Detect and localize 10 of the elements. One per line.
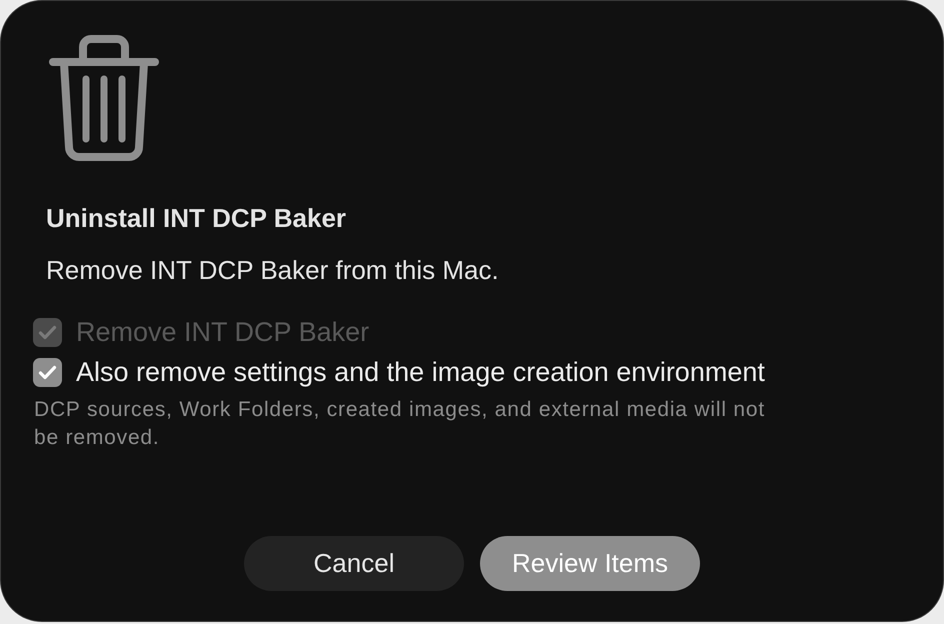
checkbox-label: Also remove settings and the image creation environment bbox=[76, 356, 765, 389]
cancel-button[interactable]: Cancel bbox=[244, 536, 464, 591]
checkbox-label: Remove INT DCP Baker bbox=[76, 316, 370, 349]
dialog-title: Uninstall INT DCP Baker bbox=[46, 204, 346, 232]
checkmark-icon bbox=[38, 364, 57, 380]
checkbox[interactable] bbox=[33, 358, 62, 386]
checkmark-icon bbox=[38, 324, 57, 340]
dialog-message: Remove INT DCP Baker from this Mac. bbox=[46, 256, 499, 284]
trash-icon bbox=[49, 35, 159, 162]
note-text: DCP sources, Work Folders, created images, and external media will not be removed. bbox=[34, 397, 766, 451]
